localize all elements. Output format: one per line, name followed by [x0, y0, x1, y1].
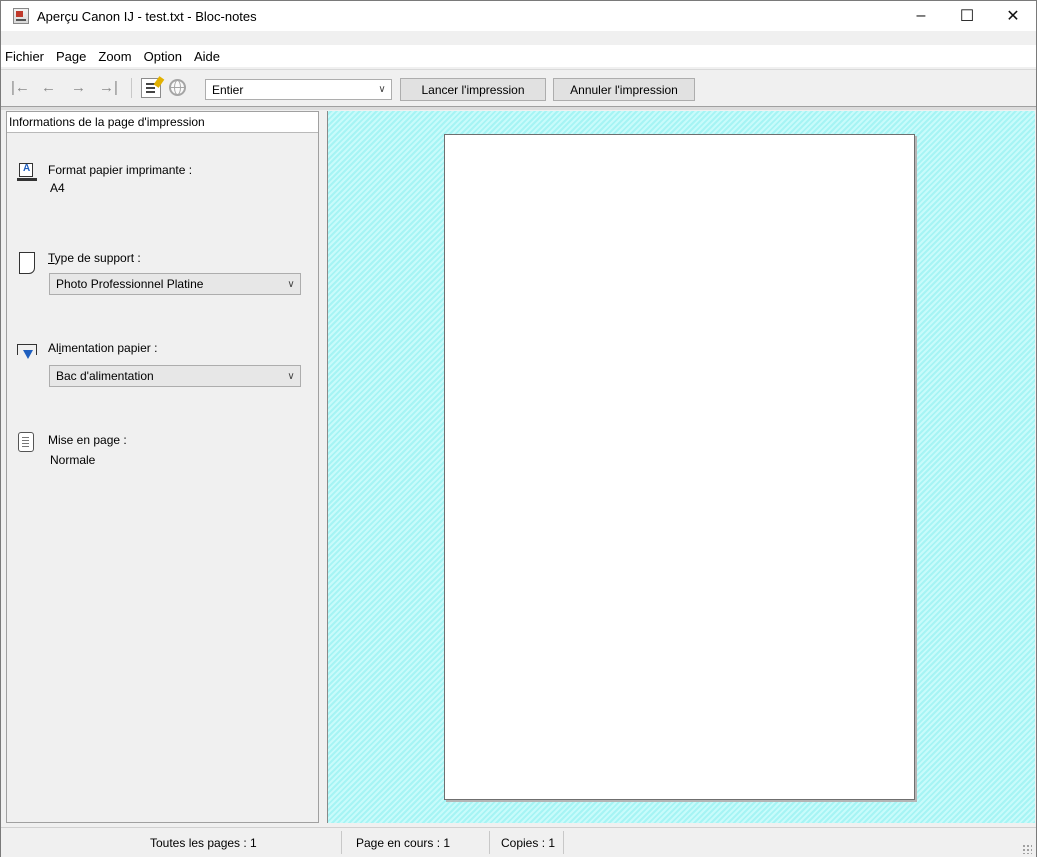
- status-current-page: Page en cours : 1: [356, 836, 451, 850]
- maximize-button[interactable]: ☐: [944, 1, 990, 31]
- toolbar-separator: [131, 78, 132, 98]
- menu-zoom[interactable]: Zoom: [92, 49, 137, 64]
- paper-source-label-prefix: Al: [48, 341, 59, 355]
- paper-feed-icon: [17, 340, 39, 362]
- toolbar-divider: [1, 106, 1036, 110]
- chevron-down-icon: ∨: [287, 278, 295, 290]
- status-separator: [489, 831, 490, 854]
- status-separator: [341, 831, 342, 854]
- status-separator: [563, 831, 564, 854]
- zoom-value: Entier: [212, 82, 244, 97]
- zoom-select[interactable]: Entier ∨: [205, 79, 392, 100]
- resize-grip-icon[interactable]: [1022, 844, 1032, 854]
- media-type-label-accesskey: T: [48, 251, 55, 265]
- start-print-button[interactable]: Lancer l'impression: [400, 78, 546, 101]
- page-layout-icon: [17, 432, 35, 454]
- panel-header: Informations de la page d'impression: [7, 112, 318, 133]
- preview-window: Aperçu Canon IJ - test.txt - Bloc-notes …: [0, 0, 1037, 857]
- minimize-button[interactable]: –: [898, 1, 944, 31]
- window-controls: – ☐ ✕: [898, 1, 1036, 31]
- menu-option[interactable]: Option: [138, 49, 188, 64]
- menu-page[interactable]: Page: [50, 49, 92, 64]
- last-page-icon[interactable]: →|: [99, 80, 118, 96]
- next-page-icon[interactable]: →: [71, 80, 86, 96]
- canon-preview-app-icon[interactable]: [13, 8, 29, 24]
- menu-aide[interactable]: Aide: [188, 49, 226, 64]
- media-type-select[interactable]: Photo Professionnel Platine ∨: [49, 273, 301, 295]
- globe-icon[interactable]: [169, 79, 186, 96]
- page-layout-label: Mise en page :: [48, 433, 127, 447]
- chevron-down-icon: ∨: [378, 84, 386, 95]
- status-bar: Toutes les pages : 1 Page en cours : 1 C…: [1, 827, 1036, 857]
- status-all-pages: Toutes les pages : 1: [150, 836, 257, 850]
- title-bar[interactable]: Aperçu Canon IJ - test.txt - Bloc-notes …: [1, 1, 1036, 31]
- media-type-label: Type de support :: [48, 251, 141, 265]
- paper-source-label: Alimentation papier :: [48, 341, 157, 355]
- status-copies: Copies : 1: [501, 836, 556, 850]
- toolbar: |← ← → →| Entier ∨ Lancer l'impression A…: [1, 69, 1036, 106]
- menu-bar: Fichier Page Zoom Option Aide: [1, 45, 1036, 67]
- previous-page-icon[interactable]: ←: [41, 80, 56, 96]
- first-page-icon[interactable]: |←: [11, 80, 30, 96]
- chevron-down-icon: ∨: [287, 370, 295, 382]
- page-preview-sheet: [444, 134, 915, 800]
- paper-size-value: A4: [50, 181, 65, 195]
- paper-size-icon: A: [17, 162, 37, 182]
- preview-area[interactable]: [327, 111, 1035, 823]
- close-button[interactable]: ✕: [990, 1, 1036, 31]
- page-layout-value: Normale: [50, 453, 96, 467]
- media-type-icon: [17, 252, 37, 276]
- media-type-value: Photo Professionnel Platine: [56, 277, 204, 291]
- cancel-print-button[interactable]: Annuler l'impression: [553, 78, 695, 101]
- paper-source-label-text: mentation papier :: [61, 341, 158, 355]
- media-type-label-text: ype de support :: [54, 251, 141, 265]
- print-info-panel: Informations de la page d'impression A F…: [6, 111, 319, 823]
- edit-tool-icon[interactable]: [141, 78, 161, 98]
- window-title: Aperçu Canon IJ - test.txt - Bloc-notes: [37, 8, 257, 24]
- paper-size-label: Format papier imprimante :: [48, 163, 193, 177]
- paper-source-select[interactable]: Bac d'alimentation ∨: [49, 365, 301, 387]
- paper-source-value: Bac d'alimentation: [56, 369, 154, 383]
- menu-fichier[interactable]: Fichier: [1, 49, 50, 64]
